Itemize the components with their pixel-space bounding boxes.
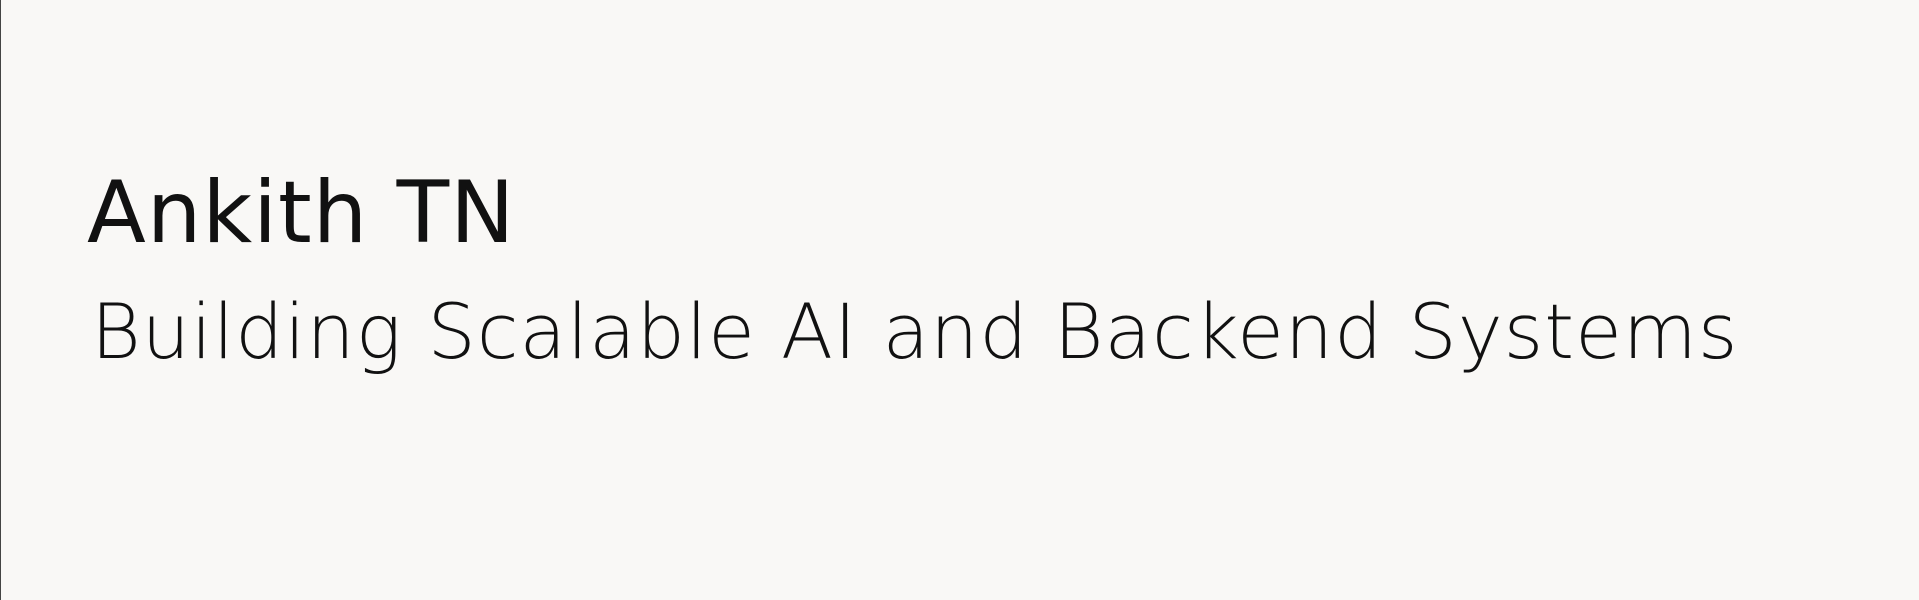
page: Ankith TN Building Scalable AI and Backe… xyxy=(0,0,1919,600)
hero-section: Ankith TN Building Scalable AI and Backe… xyxy=(87,170,1867,370)
hero-tagline: Building Scalable AI and Backend Systems xyxy=(91,287,1739,376)
hero-name: Ankith TN xyxy=(87,163,516,263)
